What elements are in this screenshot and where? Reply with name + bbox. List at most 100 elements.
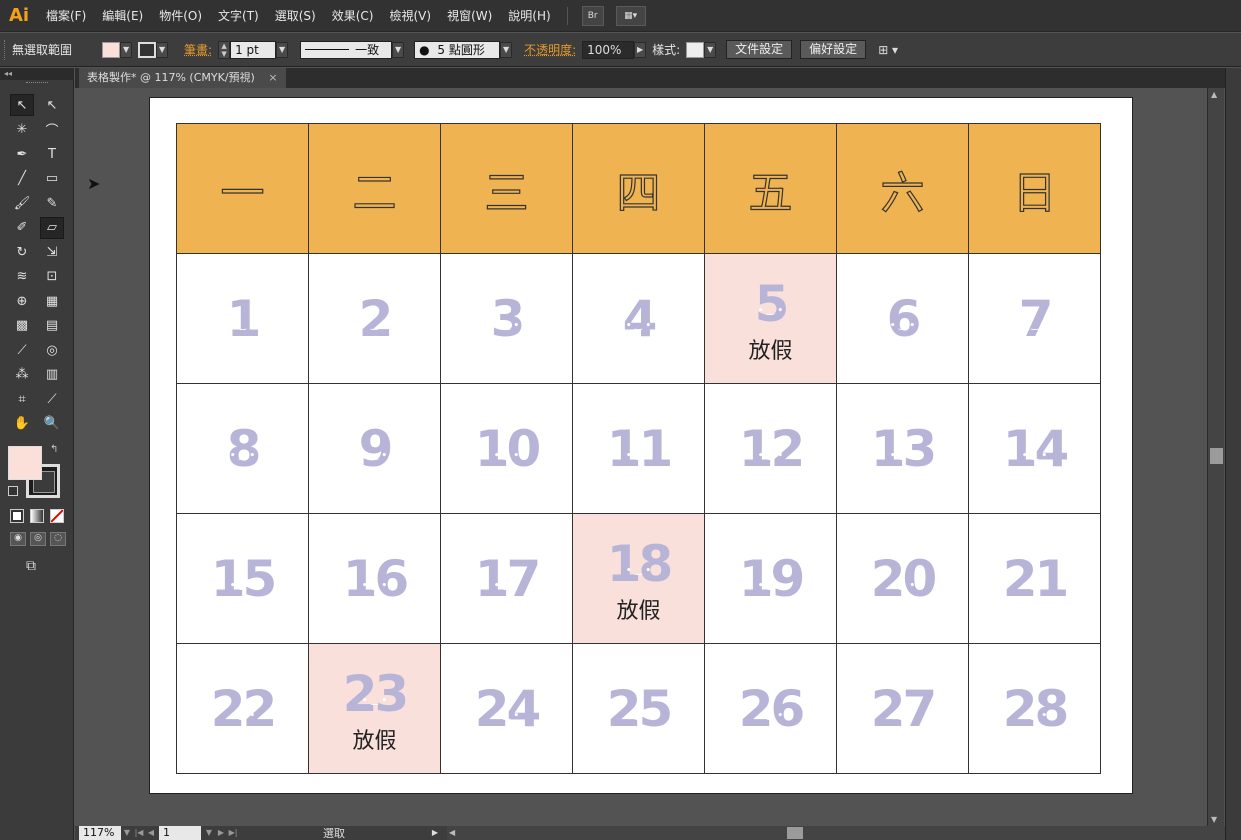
calendar-day-cell[interactable]: 21	[968, 513, 1101, 644]
calendar-day-cell[interactable]: 9	[308, 383, 441, 514]
zoom-level-field[interactable]: 117%	[79, 826, 121, 840]
line-tool[interactable]: ╱	[10, 168, 34, 190]
tools-panel-header[interactable]: ◂◂	[0, 68, 74, 80]
lasso-tool[interactable]: ⌒	[40, 119, 64, 141]
artboard-number-field[interactable]: 1	[159, 826, 201, 840]
menu-type[interactable]: 文字(T)	[210, 0, 267, 32]
blob-brush-tool[interactable]: ✐	[10, 217, 34, 239]
vertical-scroll-thumb[interactable]	[1210, 448, 1223, 464]
previous-artboard-button[interactable]: ◀	[145, 826, 157, 840]
stroke-profile-dropdown[interactable]: ▼	[392, 41, 405, 58]
stroke-dropdown-arrow[interactable]: ▼	[156, 41, 169, 58]
horizontal-scrollbar[interactable]: ◀	[447, 826, 1225, 840]
calendar-day-cell[interactable]: 11	[572, 383, 705, 514]
menu-edit[interactable]: 編輯(E)	[94, 0, 151, 32]
calendar-day-cell[interactable]: 3	[440, 253, 573, 384]
type-tool[interactable]: T	[40, 143, 64, 165]
menu-effect[interactable]: 效果(C)	[324, 0, 382, 32]
calendar-day-cell[interactable]: 5 放假	[704, 253, 837, 384]
free-transform-tool[interactable]: ⊡	[40, 266, 64, 288]
arrange-icon[interactable]: ⊞ ▾	[878, 43, 898, 57]
shape-builder-tool[interactable]: ⊕	[10, 290, 34, 312]
calendar-day-cell[interactable]: 12	[704, 383, 837, 514]
vertical-scrollbar[interactable]: ▲ ▼	[1207, 88, 1224, 826]
weekday-header-cell[interactable]: 日	[968, 123, 1101, 254]
pencil-tool[interactable]: ✎	[40, 192, 64, 214]
bridge-button[interactable]: Br	[581, 5, 604, 26]
artboard-tool[interactable]: ⌗	[10, 388, 34, 410]
weekday-header-cell[interactable]: 一	[176, 123, 309, 254]
opacity-label[interactable]: 不透明度:	[524, 41, 576, 58]
pen-tool[interactable]: ✒	[10, 143, 34, 165]
draw-normal-icon[interactable]: ◉	[10, 532, 26, 546]
calendar-day-cell[interactable]: 10	[440, 383, 573, 514]
arrange-documents-button[interactable]: ▦▾	[615, 5, 646, 26]
calendar-day-cell[interactable]: 7	[968, 253, 1101, 384]
document-setup-button[interactable]: 文件設定	[726, 40, 793, 59]
screen-mode-icon[interactable]: ⧉	[26, 558, 36, 574]
weekday-header-cell[interactable]: 六	[836, 123, 969, 254]
fill-color-swatch[interactable]	[102, 41, 121, 58]
fill-dropdown-arrow[interactable]: ▼	[120, 41, 133, 58]
menu-file[interactable]: 檔案(F)	[38, 0, 94, 32]
default-colors-icon[interactable]	[8, 486, 18, 496]
weekday-header-cell[interactable]: 五	[704, 123, 837, 254]
none-mode-icon[interactable]	[50, 509, 64, 523]
draw-behind-icon[interactable]: ◎	[30, 532, 46, 546]
weekday-header-cell[interactable]: 三	[440, 123, 573, 254]
last-artboard-button[interactable]: ▶|	[227, 826, 239, 840]
calendar-day-cell[interactable]: 26	[704, 643, 837, 774]
calendar-day-cell[interactable]: 18 放假	[572, 513, 705, 644]
calendar-day-cell[interactable]: 14	[968, 383, 1101, 514]
calendar-day-cell[interactable]: 24	[440, 643, 573, 774]
artboard-dropdown[interactable]: ▼	[203, 826, 215, 840]
canvas-area[interactable]: ➤ 一二三四五六日12345放假6789101112131415161718放假…	[75, 88, 1207, 826]
calendar-day-cell[interactable]: 8	[176, 383, 309, 514]
gradient-mode-icon[interactable]	[30, 509, 44, 523]
stroke-profile-field[interactable]: 一致	[300, 40, 393, 59]
calendar-day-cell[interactable]: 15	[176, 513, 309, 644]
control-bar-grip[interactable]	[4, 39, 8, 60]
perspective-grid-tool[interactable]: ▦	[40, 290, 64, 312]
menu-window[interactable]: 視窗(W)	[439, 0, 500, 32]
status-menu-arrow[interactable]: ▶	[429, 826, 441, 840]
mesh-tool[interactable]: ▩	[10, 315, 34, 337]
calendar-table[interactable]: 一二三四五六日12345放假6789101112131415161718放假19…	[176, 123, 1101, 774]
magic-wand-tool[interactable]: ✳	[10, 119, 34, 141]
graphic-style-dropdown[interactable]: ▼	[704, 41, 717, 58]
scroll-up-arrow[interactable]: ▲	[1211, 90, 1217, 99]
scroll-down-arrow[interactable]: ▼	[1211, 815, 1217, 824]
draw-inside-icon[interactable]: ◌	[50, 532, 66, 546]
rectangle-tool[interactable]: ▭	[40, 168, 64, 190]
column-graph-tool[interactable]: ▥	[40, 364, 64, 386]
document-tab[interactable]: 表格製作* @ 117% (CMYK/預視) ×	[79, 68, 286, 88]
calendar-day-cell[interactable]: 22	[176, 643, 309, 774]
stroke-weight-field[interactable]: 1 pt	[230, 40, 277, 59]
calendar-day-cell[interactable]: 2	[308, 253, 441, 384]
calendar-day-cell[interactable]: 6	[836, 253, 969, 384]
color-mode-icon[interactable]	[10, 509, 24, 523]
calendar-day-cell[interactable]: 23 放假	[308, 643, 441, 774]
zoom-tool[interactable]: 🔍	[40, 413, 64, 435]
paintbrush-tool[interactable]: 🖌	[10, 192, 34, 214]
rotate-tool[interactable]: ↻	[10, 241, 34, 263]
weekday-header-cell[interactable]: 四	[572, 123, 705, 254]
warp-tool[interactable]: ≋	[10, 266, 34, 288]
stroke-color-swatch[interactable]	[138, 41, 157, 58]
next-artboard-button[interactable]: ▶	[215, 826, 227, 840]
stroke-weight-stepper[interactable]: ▲ ▼	[218, 40, 231, 59]
calendar-day-cell[interactable]: 19	[704, 513, 837, 644]
brush-field[interactable]: ● 5 點圓形	[414, 40, 501, 59]
fill-color-box[interactable]	[8, 446, 42, 480]
calendar-day-cell[interactable]: 4	[572, 253, 705, 384]
preferences-button[interactable]: 偏好設定	[800, 40, 867, 59]
tools-grip[interactable]	[26, 82, 48, 85]
calendar-day-cell[interactable]: 17	[440, 513, 573, 644]
stroke-weight-dropdown[interactable]: ▼	[276, 41, 289, 58]
selection-tool[interactable]: ↖	[10, 94, 34, 116]
scale-tool[interactable]: ⇲	[40, 241, 64, 263]
calendar-day-cell[interactable]: 20	[836, 513, 969, 644]
swap-colors-icon[interactable]: ↰	[50, 444, 58, 455]
horizontal-scroll-thumb[interactable]	[787, 827, 803, 839]
calendar-day-cell[interactable]: 16	[308, 513, 441, 644]
